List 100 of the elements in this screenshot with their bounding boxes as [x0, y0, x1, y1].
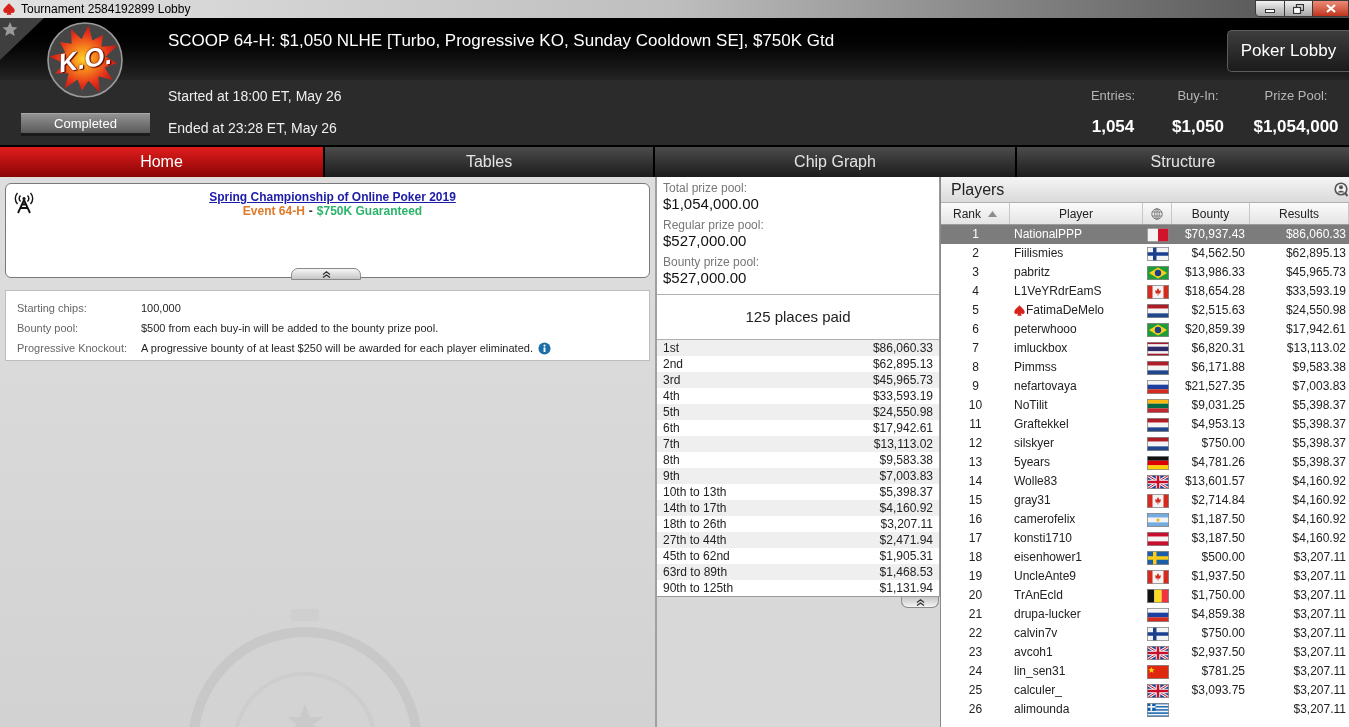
prize-cell: $86,060.33: [872, 340, 933, 356]
place-cell: 7th: [663, 436, 680, 452]
prize-cell: $17,942.61: [872, 420, 933, 436]
result-cell: $3,207.11: [1293, 569, 1346, 583]
result-cell: $4,160.92: [1292, 512, 1346, 526]
event-link[interactable]: Spring Championship of Online Poker 2019: [209, 190, 456, 204]
column-header[interactable]: Bounty: [1172, 203, 1250, 224]
result-cell: $9,583.38: [1292, 360, 1346, 374]
rank-cell-text: 20: [967, 587, 984, 604]
result-cell: $24,550.98: [1285, 303, 1346, 317]
bounty-cell: $750.00: [1201, 436, 1245, 450]
bounty-cell: $4,953.13: [1191, 417, 1245, 431]
rank-cell-text: 3: [971, 264, 980, 281]
tab[interactable]: Tables: [325, 147, 653, 177]
prize-cell: $1,468.53: [879, 564, 933, 580]
antenna-icon: [14, 192, 34, 214]
player-name: imluckbox: [1014, 340, 1068, 357]
collapse-tab[interactable]: [291, 268, 361, 280]
bounty-cell: $3,093.75: [1191, 683, 1245, 697]
rank-cell-text: 19: [967, 568, 984, 585]
spade-icon: [3, 3, 15, 15]
stat-label: Prize Pool:: [1264, 87, 1328, 105]
guarantee-text: $750K Guaranteed: [316, 204, 423, 218]
rank-cell-text: 25: [967, 682, 984, 699]
prize-pool-value: $1,054,000.00: [663, 195, 760, 213]
column-header[interactable]: Rank: [941, 203, 1010, 224]
result-cell: $3,207.11: [1293, 588, 1346, 602]
stat-label: Buy-In:: [1177, 87, 1219, 105]
close-button[interactable]: [1313, 0, 1349, 17]
result-cell: $5,398.37: [1292, 398, 1346, 412]
prize-cell: $45,965.73: [872, 372, 933, 388]
prize-cell: $5,398.37: [879, 484, 933, 500]
result-cell: $3,207.11: [1293, 626, 1346, 640]
collapse-tab[interactable]: [901, 597, 939, 608]
rank-cell-text: 5: [971, 302, 980, 319]
globe-icon: [1151, 207, 1163, 220]
player-name: calvin7v: [1014, 625, 1058, 642]
bounty-cell: $4,859.38: [1191, 607, 1245, 621]
place-cell: 2nd: [663, 356, 684, 372]
prize-pool-label: Total prize pool:: [663, 181, 749, 195]
place-cell: 18th to 26th: [663, 516, 727, 532]
result-cell: $7,003.83: [1292, 379, 1346, 393]
place-cell: 27th to 44th: [663, 532, 727, 548]
place-cell: 1st: [663, 340, 679, 356]
start-time: Started at 18:00 ET, May 26: [168, 87, 342, 105]
result-cell: $17,942.61: [1285, 322, 1346, 336]
place-cell: 9th: [663, 468, 680, 484]
place-cell: 90th to 125th: [663, 580, 734, 596]
tab[interactable]: Home: [0, 147, 323, 177]
column-label: Bounty: [1191, 205, 1230, 223]
result-cell: $3,207.11: [1293, 664, 1346, 678]
panel-title: Players: [950, 179, 1005, 200]
player-name: camerofelix: [1014, 511, 1076, 528]
prize-pool-value: $527,000.00: [663, 232, 748, 250]
prize-pool-value: $527,000.00: [663, 269, 748, 287]
rank-cell-text: 14: [967, 473, 984, 490]
detail-value: $500 from each buy-in will be added to the bounty prize pool.: [141, 320, 439, 336]
bounty-cell: $2,937.50: [1191, 645, 1245, 659]
result-cell: $3,207.11: [1293, 645, 1346, 659]
prize-cell: $1,131.94: [879, 580, 933, 596]
column-header[interactable]: Results: [1250, 203, 1349, 224]
prize-pool-label: Regular prize pool:: [663, 218, 765, 232]
column-header[interactable]: Player: [1010, 203, 1143, 224]
place-cell: 6th: [663, 420, 680, 436]
restore-button[interactable]: [1285, 0, 1313, 17]
player-name: Fiilismies: [1014, 245, 1064, 262]
place-cell: 5th: [663, 404, 680, 420]
rank-cell-text: 6: [971, 321, 980, 338]
player-row[interactable]: 1 NationalPPP $70,937.43 $86,060.33: [941, 225, 1349, 244]
player-name: eisenhower1: [1014, 549, 1083, 566]
rank-cell-text: 18: [967, 549, 984, 566]
player-name: 5years: [1014, 454, 1051, 471]
player-name: konsti1710: [1014, 530, 1073, 547]
bounty-cell: $1,937.50: [1191, 569, 1245, 583]
bounty-cell: $3,187.50: [1191, 531, 1245, 545]
place-cell: 14th to 17th: [663, 500, 727, 516]
rank-cell-text: 9: [971, 378, 980, 395]
player-name: lin_sen31: [1014, 663, 1066, 680]
result-cell: $5,398.37: [1292, 436, 1346, 450]
prize-cell: $2,471.94: [879, 532, 933, 548]
bounty-cell: $6,171.88: [1191, 360, 1245, 374]
tab[interactable]: Structure: [1017, 147, 1349, 177]
stat-label: Entries:: [1090, 87, 1136, 105]
player-name: nefartovaya: [1014, 378, 1077, 395]
prize-cell: $1,905.31: [879, 548, 933, 564]
status-ribbon: Completed: [21, 113, 150, 133]
rank-cell-text: 16: [967, 511, 984, 528]
place-cell: 63rd to 89th: [663, 564, 728, 580]
result-cell: $5,398.37: [1292, 455, 1346, 469]
player-search-icon[interactable]: [1334, 182, 1348, 197]
player-name: NoTilit: [1014, 397, 1048, 414]
tab[interactable]: Chip Graph: [655, 147, 1015, 177]
player-name: peterwhooo: [1014, 321, 1077, 338]
minimize-button[interactable]: [1255, 0, 1285, 17]
player-name: calculer_: [1014, 682, 1063, 699]
player-name: gray31: [1014, 492, 1051, 509]
poker-lobby-button[interactable]: Poker Lobby: [1227, 30, 1349, 72]
info-icon[interactable]: [537, 341, 551, 355]
bounty-cell: $18,654.28: [1184, 284, 1245, 298]
star-icon[interactable]: [0, 18, 44, 60]
